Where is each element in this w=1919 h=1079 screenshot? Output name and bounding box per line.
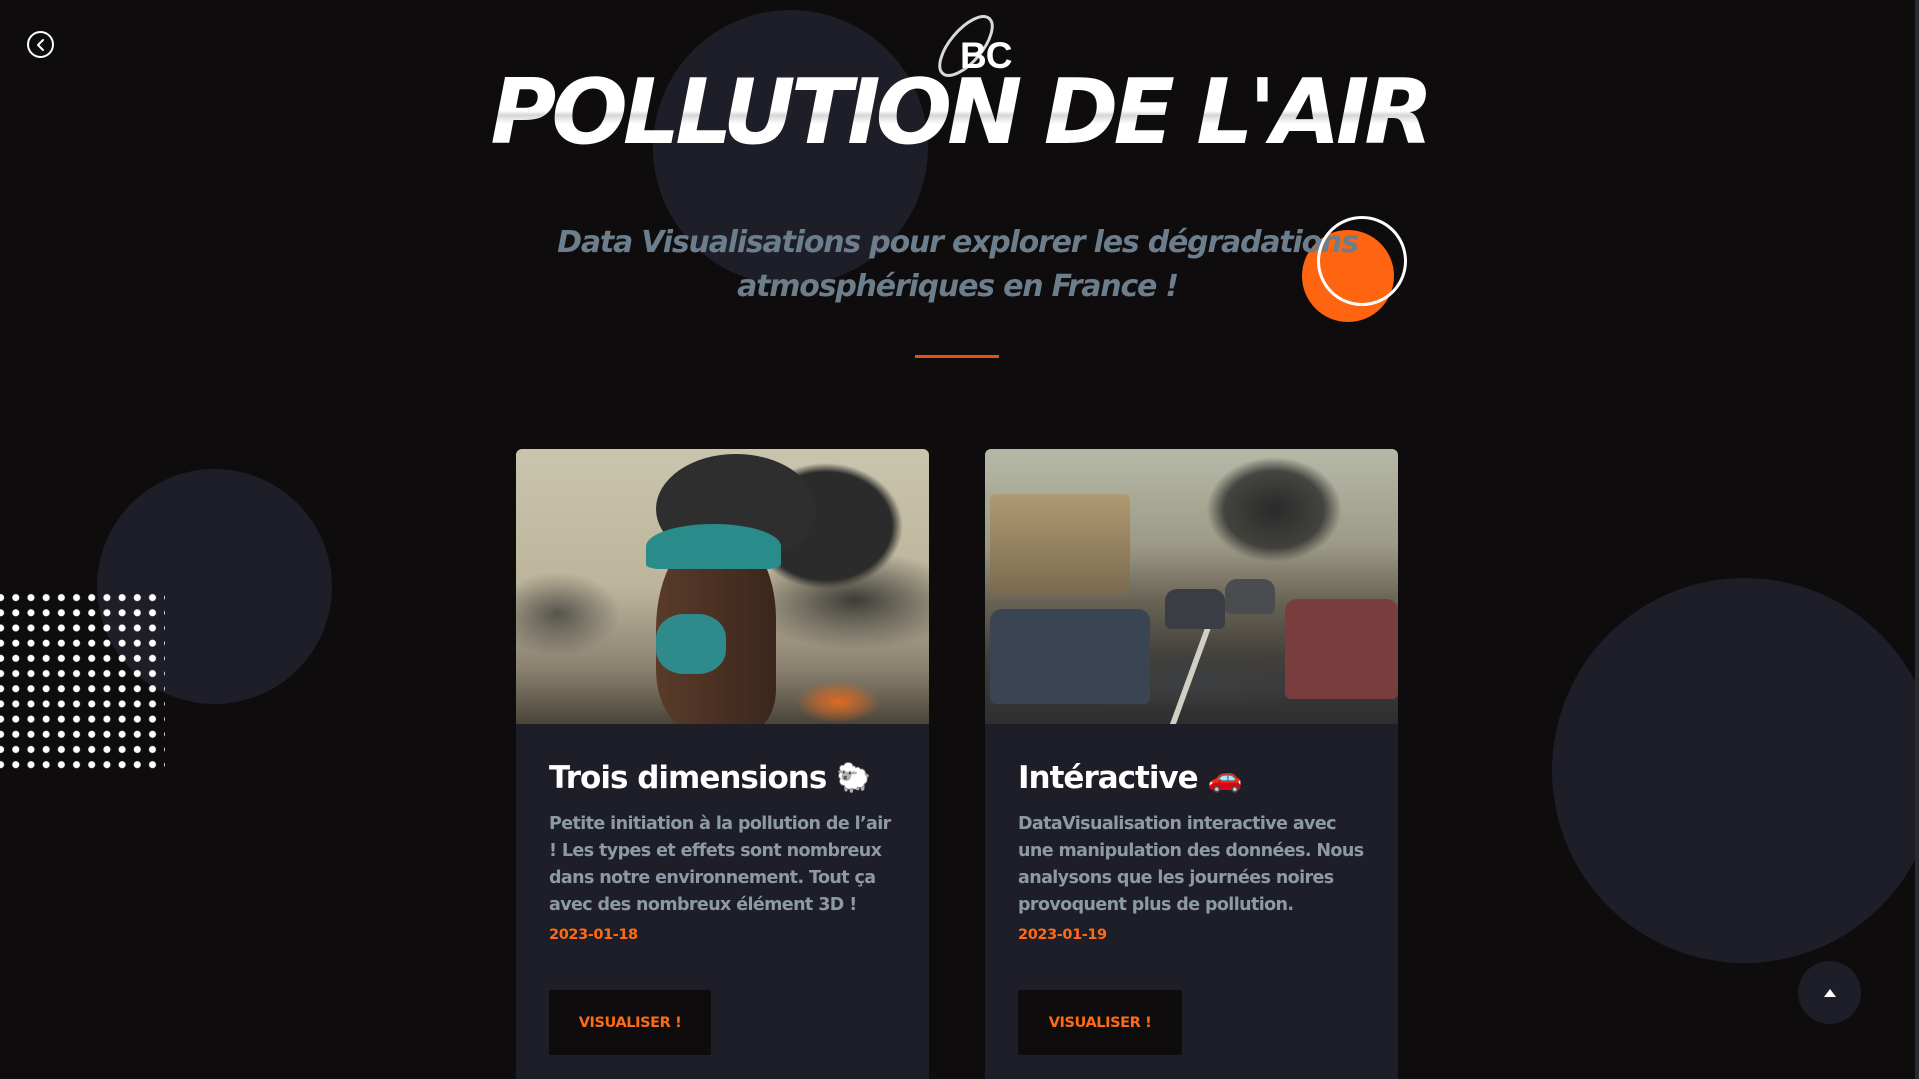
card-trois-dimensions: Trois dimensions 🐑 Petite initiation à l… [516,449,929,1079]
card-image [985,449,1398,724]
page: BC POLLUTION DE L'AIR Data Visualisation… [0,0,1919,1079]
image-detail [990,609,1150,704]
card-date: 2023-01-18 [549,927,638,943]
card-image [516,449,929,724]
card-title: Trois dimensions 🐑 [549,759,896,797]
decorative-circle [1552,578,1919,963]
image-detail [1225,579,1275,614]
back-button[interactable] [27,31,54,58]
page-title: POLLUTION DE L'AIR [0,58,1919,168]
image-detail [646,524,781,569]
card-title: Intéractive 🚗 [1018,759,1365,797]
image-detail [1285,599,1398,699]
card-description: Petite initiation à la pollution de l’ai… [549,814,891,915]
card-title-text: Intéractive [1018,760,1199,796]
visualiser-button[interactable]: VISUALISER ! [549,990,711,1055]
page-subtitle: Data Visualisations pour explorer les dé… [557,225,1359,304]
car-emoji-icon: 🚗 [1207,761,1243,794]
dot-pattern [0,590,165,775]
image-detail [1165,589,1225,629]
scroll-to-top-button[interactable] [1798,961,1861,1024]
card-body: Trois dimensions 🐑 Petite initiation à l… [516,759,929,943]
sheep-emoji-icon: 🐑 [836,761,871,794]
decorative-ring [1317,216,1407,306]
visualiser-button[interactable]: VISUALISER ! [1018,990,1182,1055]
image-detail [990,494,1130,594]
arrow-up-icon [1823,988,1836,997]
chevron-left-icon [36,38,44,51]
card-date: 2023-01-19 [1018,927,1107,943]
card-description: DataVisualisation interactive avec une m… [1018,814,1364,915]
card-interactive: Intéractive 🚗 DataVisualisation interact… [985,449,1398,1079]
card-title-text: Trois dimensions [549,760,827,796]
card-body: Intéractive 🚗 DataVisualisation interact… [985,759,1398,943]
divider [915,355,999,358]
image-detail [656,614,726,674]
